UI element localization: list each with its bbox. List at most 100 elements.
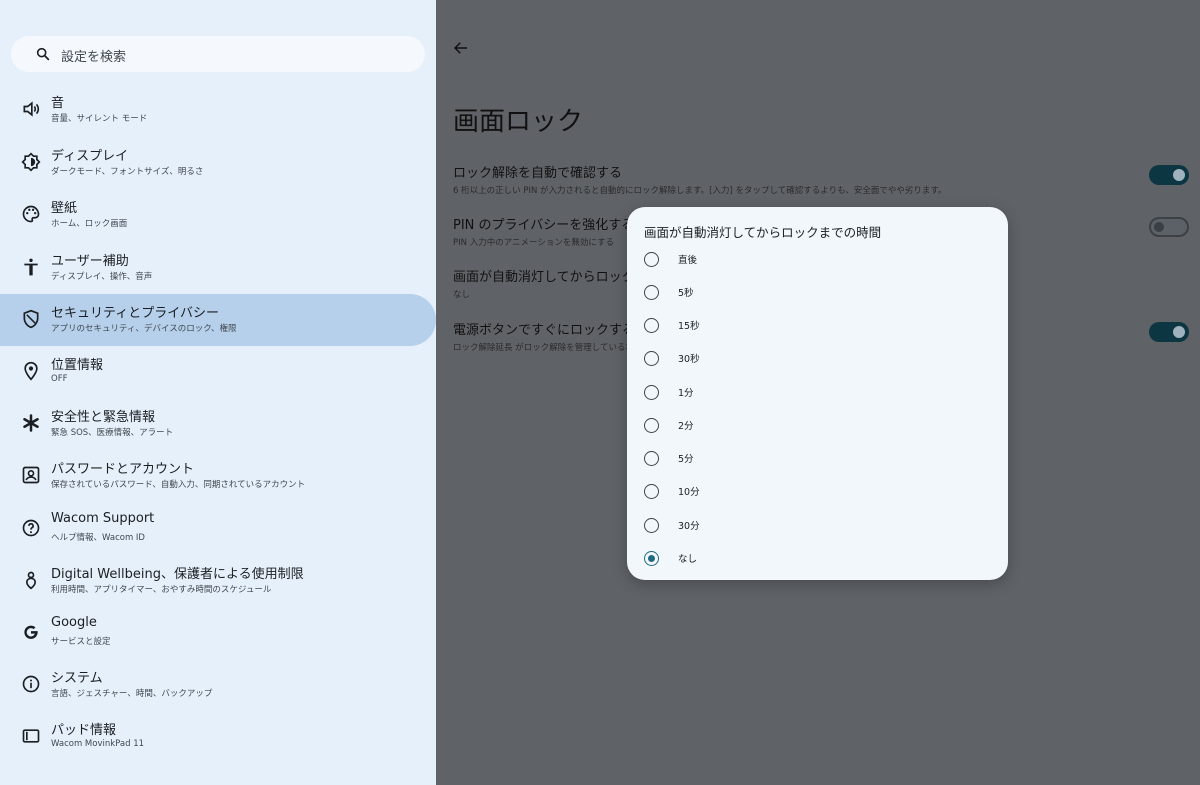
option-label: 30分 (678, 521, 700, 532)
sidebar-item-security[interactable]: セキュリティとプライバシー アプリのセキュリティ、デバイスのロック、権限 (0, 294, 436, 346)
sidebar-item-title: Digital Wellbeing、保護者による使用制限 (51, 567, 304, 582)
pref-enhanced-pin-privacy[interactable]: PIN のプライバシーを強化する PIN 入力中のアニメーションを無効にする (453, 214, 634, 248)
sidebar-item-subtitle: ディスプレイ、操作、音声 (51, 272, 153, 282)
option-label: なし (678, 554, 698, 565)
sidebar-item-title: システム (51, 671, 103, 686)
pref-title: PIN のプライバシーを強化する (453, 218, 635, 233)
radio-button[interactable] (644, 484, 659, 499)
sidebar-item-title: Wacom Support (51, 511, 155, 526)
sidebar-item-accessibility[interactable]: ユーザー補助 ディスプレイ、操作、音声 (0, 242, 436, 294)
info-icon (22, 675, 40, 693)
radio-button-checked[interactable] (644, 551, 659, 566)
timeout-option[interactable]: 30秒 (627, 343, 1008, 375)
sidebar-item-subtitle: サービスと設定 (51, 637, 111, 647)
option-label: 2分 (678, 421, 694, 432)
timeout-option[interactable]: 30分 (627, 510, 1008, 542)
option-label: 15秒 (678, 321, 700, 332)
sidebar-item-subtitle: 保存されているパスワード、自動入力、同期されているアカウント (51, 480, 306, 490)
sidebar-item-subtitle: ホーム、ロック画面 (51, 219, 128, 229)
toggle-knob (1173, 326, 1185, 338)
toggle-knob (1154, 222, 1164, 232)
sidebar-item-google[interactable]: Google サービスと設定 (0, 607, 436, 659)
sidebar-item-wacom-support[interactable]: Wacom Support ヘルプ情報、Wacom ID (0, 503, 436, 555)
sidebar-item-system[interactable]: システム 言語、ジェスチャー、時間、バックアップ (0, 659, 436, 711)
radio-button[interactable] (644, 318, 659, 333)
option-label: 5秒 (678, 288, 694, 299)
sidebar-item-subtitle: アプリのセキュリティ、デバイスのロック、権限 (51, 324, 237, 334)
sidebar-item-location[interactable]: 位置情報 OFF (0, 346, 436, 398)
timeout-option[interactable]: 5分 (627, 443, 1008, 475)
timeout-option[interactable]: 2分 (627, 410, 1008, 442)
option-label: 30秒 (678, 354, 700, 365)
sidebar-item-wallpaper[interactable]: 壁紙 ホーム、ロック画面 (0, 189, 436, 241)
radio-button[interactable] (644, 252, 659, 267)
timeout-option[interactable]: 1分 (627, 377, 1008, 409)
pref-subtitle: PIN 入力中のアニメーションを無効にする (453, 238, 614, 248)
location-icon (24, 361, 38, 381)
sidebar-item-title: Google (51, 615, 97, 630)
asterisk-icon (23, 414, 39, 432)
sidebar-item-digital-wellbeing[interactable]: Digital Wellbeing、保護者による使用制限 利用時間、アプリタイマ… (0, 555, 436, 607)
tablet-icon (22, 729, 40, 743)
wellbeing-icon (25, 571, 37, 590)
auto-confirm-toggle[interactable] (1149, 165, 1189, 185)
timeout-option[interactable]: 直後 (627, 244, 1008, 276)
option-label: 1分 (678, 388, 694, 399)
dialog-options: 直後 5秒 15秒 30秒 1分 2分 5分 10分 30分 なし (627, 207, 1008, 580)
pref-title: ロック解除を自動で確認する (453, 166, 623, 181)
timeout-option[interactable]: 5秒 (627, 277, 1008, 309)
sidebar-item-title: ディスプレイ (51, 149, 129, 164)
google-icon (24, 625, 38, 639)
sidebar-item-pad-info[interactable]: パッド情報 Wacom MovinkPad 11 (0, 711, 436, 763)
sidebar-item-subtitle: Wacom MovinkPad 11 (51, 739, 145, 749)
pin-privacy-toggle[interactable] (1149, 217, 1189, 237)
option-label: 5分 (678, 454, 694, 465)
sidebar-item-title: 壁紙 (51, 201, 78, 216)
page-title: 画面ロック (453, 107, 584, 137)
brightness-icon (21, 152, 41, 172)
palette-icon (22, 205, 40, 223)
sidebar-item-title: パッド情報 (51, 723, 117, 738)
option-label: 10分 (678, 487, 700, 498)
sidebar-item-sound[interactable]: 音 音量、サイレント モード (0, 84, 436, 136)
pref-auto-confirm-unlock[interactable]: ロック解除を自動で確認する 6 桁以上の正しい PIN が入力されると自動的にロ… (453, 162, 946, 196)
account-box-icon (22, 466, 40, 484)
radio-button[interactable] (644, 451, 659, 466)
timeout-option[interactable]: 10分 (627, 476, 1008, 508)
accessibility-icon (24, 258, 38, 276)
sidebar-item-passwords[interactable]: パスワードとアカウント 保存されているパスワード、自動入力、同期されているアカウ… (0, 450, 436, 502)
sidebar-item-title: セキュリティとプライバシー (51, 306, 219, 321)
volume-icon (23, 101, 40, 117)
radio-button[interactable] (644, 418, 659, 433)
radio-button[interactable] (644, 385, 659, 400)
timeout-option[interactable]: 15秒 (627, 310, 1008, 342)
back-arrow-icon[interactable] (452, 39, 470, 57)
search-bar[interactable]: 設定を検索 (11, 36, 425, 72)
radio-button[interactable] (644, 285, 659, 300)
option-label: 直後 (678, 255, 698, 266)
sidebar-item-subtitle: 緊急 SOS、医療情報、アラート (51, 428, 174, 438)
timeout-option-selected[interactable]: なし (627, 543, 1008, 575)
help-icon (22, 519, 40, 537)
sidebar-item-subtitle: 音量、サイレント モード (51, 114, 148, 124)
sidebar-item-title: 音 (51, 96, 65, 111)
search-icon (36, 47, 50, 61)
sidebar-item-subtitle: 利用時間、アプリタイマー、おやすみ時間のスケジュール (51, 585, 272, 595)
power-button-lock-toggle[interactable] (1149, 322, 1189, 342)
settings-sidebar: 設定を検索 音 音量、サイレント モード ディスプレイ ダークモード、フォントサ… (0, 0, 436, 785)
pref-subtitle: 6 桁以上の正しい PIN が入力されると自動的にロック解除します。[入力] を… (453, 186, 947, 196)
sidebar-item-subtitle: ダークモード、フォントサイズ、明るさ (51, 167, 204, 177)
sidebar-item-title: パスワードとアカウント (51, 462, 195, 477)
sidebar-item-subtitle: ヘルプ情報、Wacom ID (51, 533, 145, 543)
sidebar-item-subtitle: 言語、ジェスチャー、時間、バックアップ (51, 689, 213, 699)
sidebar-item-title: 安全性と緊急情報 (51, 410, 156, 425)
sidebar-item-subtitle: OFF (51, 374, 68, 384)
sidebar-item-title: ユーザー補助 (51, 254, 129, 269)
sidebar-item-safety[interactable]: 安全性と緊急情報 緊急 SOS、医療情報、アラート (0, 398, 436, 450)
sidebar-item-display[interactable]: ディスプレイ ダークモード、フォントサイズ、明るさ (0, 137, 436, 189)
radio-button[interactable] (644, 518, 659, 533)
search-placeholder: 設定を検索 (61, 50, 127, 65)
radio-button[interactable] (644, 351, 659, 366)
sidebar-item-title: 位置情報 (51, 358, 104, 373)
shield-icon (23, 309, 39, 329)
